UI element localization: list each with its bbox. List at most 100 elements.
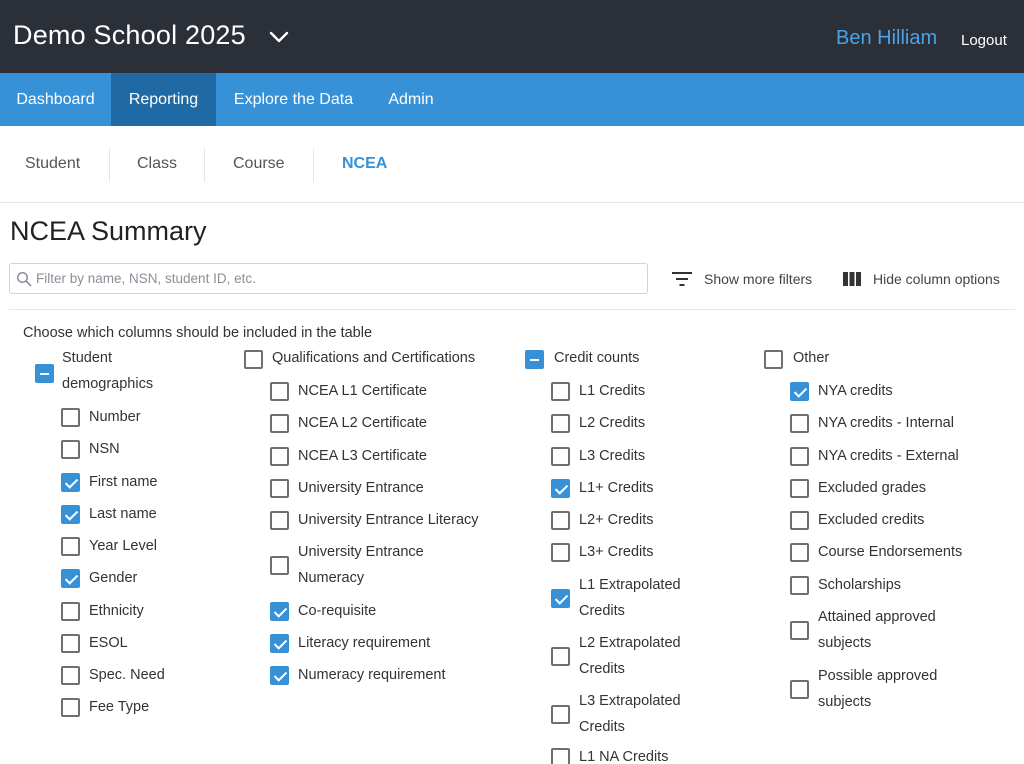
qualifications-and-certifications-group-checkbox[interactable] xyxy=(244,350,263,369)
university-entrance-literacy-checkbox[interactable] xyxy=(270,511,289,530)
excluded-grades-label[interactable]: Excluded grades xyxy=(818,475,926,501)
hide-column-options-button[interactable]: Hide column options xyxy=(842,268,1012,290)
attained-approved-subjects-label[interactable]: subjects xyxy=(818,630,871,656)
scholarships-checkbox[interactable] xyxy=(790,576,809,595)
number-checkbox[interactable] xyxy=(61,408,80,427)
l1-extrapolated-credits-label[interactable]: L1 Extrapolated xyxy=(579,572,681,598)
first-name-checkbox[interactable] xyxy=(61,473,80,492)
other-group-label[interactable]: Other xyxy=(793,345,829,371)
nya-credits-checkbox[interactable] xyxy=(790,382,809,401)
tab-class[interactable]: Class xyxy=(137,126,177,202)
numeracy-requirement-label[interactable]: Numeracy requirement xyxy=(298,662,445,688)
possible-approved-subjects-label[interactable]: Possible approved xyxy=(818,663,937,689)
nya-credits-label[interactable]: NYA credits xyxy=(818,378,893,404)
nav-item-reporting[interactable]: Reporting xyxy=(111,73,216,126)
esol-label[interactable]: ESOL xyxy=(89,630,128,656)
l1-extrapolated-credits-checkbox[interactable] xyxy=(551,589,570,608)
show-more-filters-button[interactable]: Show more filters xyxy=(671,268,821,290)
nya-credits-internal-checkbox[interactable] xyxy=(790,414,809,433)
student-demographics-group-checkbox[interactable] xyxy=(35,364,54,383)
fee-type-label[interactable]: Fee Type xyxy=(89,694,149,720)
student-demographics-group-label[interactable]: demographics xyxy=(62,371,153,397)
school-selector-label[interactable]: Demo School 2025 xyxy=(13,20,246,51)
possible-approved-subjects-checkbox[interactable] xyxy=(790,680,809,699)
user-name-link[interactable]: Ben Hilliam xyxy=(836,27,937,50)
logout-link[interactable]: Logout xyxy=(961,32,1007,49)
university-entrance-checkbox[interactable] xyxy=(270,479,289,498)
credit-counts-group-checkbox[interactable] xyxy=(525,350,544,369)
l1-credits-checkbox[interactable] xyxy=(551,479,570,498)
scholarships-label[interactable]: Scholarships xyxy=(818,572,901,598)
l1-credits-checkbox[interactable] xyxy=(551,382,570,401)
chevron-down-icon[interactable] xyxy=(268,26,290,48)
tab-ncea[interactable]: NCEA xyxy=(342,126,387,202)
tab-course[interactable]: Course xyxy=(233,126,285,202)
university-entrance-numeracy-label[interactable]: University Entrance xyxy=(298,539,424,565)
l2-extrapolated-credits-checkbox[interactable] xyxy=(551,647,570,666)
excluded-credits-checkbox[interactable] xyxy=(790,511,809,530)
l2-extrapolated-credits-label[interactable]: L2 Extrapolated xyxy=(579,630,681,656)
l3-extrapolated-credits-label[interactable]: Credits xyxy=(579,714,625,740)
year-level-checkbox[interactable] xyxy=(61,537,80,556)
possible-approved-subjects-label[interactable]: subjects xyxy=(818,689,871,715)
excluded-credits-label[interactable]: Excluded credits xyxy=(818,507,924,533)
gender-checkbox[interactable] xyxy=(61,569,80,588)
ethnicity-label[interactable]: Ethnicity xyxy=(89,598,144,624)
university-entrance-numeracy-label[interactable]: Numeracy xyxy=(298,565,364,591)
course-endorsements-checkbox[interactable] xyxy=(790,543,809,562)
excluded-grades-checkbox[interactable] xyxy=(790,479,809,498)
first-name-label[interactable]: First name xyxy=(89,469,158,495)
last-name-label[interactable]: Last name xyxy=(89,501,157,527)
university-entrance-label[interactable]: University Entrance xyxy=(298,475,424,501)
l1-na-credits-label[interactable]: L1 NA Credits xyxy=(579,744,668,764)
nya-credits-external-checkbox[interactable] xyxy=(790,447,809,466)
nav-item-dashboard[interactable]: Dashboard xyxy=(0,73,111,126)
university-entrance-literacy-label[interactable]: University Entrance Literacy xyxy=(298,507,479,533)
spec-need-checkbox[interactable] xyxy=(61,666,80,685)
course-endorsements-label[interactable]: Course Endorsements xyxy=(818,539,962,565)
l3-credits-checkbox[interactable] xyxy=(551,543,570,562)
l1-extrapolated-credits-label[interactable]: Credits xyxy=(579,598,625,624)
spec-need-label[interactable]: Spec. Need xyxy=(89,662,165,688)
ncea-l1-certificate-label[interactable]: NCEA L1 Certificate xyxy=(298,378,427,404)
tab-student[interactable]: Student xyxy=(25,126,80,202)
search-input[interactable] xyxy=(36,264,642,293)
number-label[interactable]: Number xyxy=(89,404,141,430)
l1-na-credits-checkbox[interactable] xyxy=(551,748,570,764)
nsn-label[interactable]: NSN xyxy=(89,436,120,462)
fee-type-checkbox[interactable] xyxy=(61,698,80,717)
l2-credits-label[interactable]: L2+ Credits xyxy=(579,507,654,533)
l1-credits-label[interactable]: L1 Credits xyxy=(579,378,645,404)
nya-credits-internal-label[interactable]: NYA credits - Internal xyxy=(818,410,954,436)
ncea-l2-certificate-label[interactable]: NCEA L2 Certificate xyxy=(298,410,427,436)
nav-item-explore-the-data[interactable]: Explore the Data xyxy=(216,73,371,126)
gender-label[interactable]: Gender xyxy=(89,565,137,591)
nsn-checkbox[interactable] xyxy=(61,440,80,459)
ncea-l3-certificate-checkbox[interactable] xyxy=(270,447,289,466)
attained-approved-subjects-checkbox[interactable] xyxy=(790,621,809,640)
student-demographics-group-label[interactable]: Student xyxy=(62,345,112,371)
co-requisite-label[interactable]: Co-requisite xyxy=(298,598,376,624)
literacy-requirement-checkbox[interactable] xyxy=(270,634,289,653)
nav-item-admin[interactable]: Admin xyxy=(371,73,451,126)
l3-extrapolated-credits-label[interactable]: L3 Extrapolated xyxy=(579,688,681,714)
esol-checkbox[interactable] xyxy=(61,634,80,653)
l1-credits-label[interactable]: L1+ Credits xyxy=(579,475,654,501)
l2-credits-checkbox[interactable] xyxy=(551,414,570,433)
l2-credits-label[interactable]: L2 Credits xyxy=(579,410,645,436)
ncea-l3-certificate-label[interactable]: NCEA L3 Certificate xyxy=(298,443,427,469)
other-group-checkbox[interactable] xyxy=(764,350,783,369)
l3-credits-checkbox[interactable] xyxy=(551,447,570,466)
l3-credits-label[interactable]: L3+ Credits xyxy=(579,539,654,565)
ncea-l1-certificate-checkbox[interactable] xyxy=(270,382,289,401)
l3-credits-label[interactable]: L3 Credits xyxy=(579,443,645,469)
qualifications-and-certifications-group-label[interactable]: Qualifications and Certifications xyxy=(272,345,475,371)
l2-extrapolated-credits-label[interactable]: Credits xyxy=(579,656,625,682)
l2-credits-checkbox[interactable] xyxy=(551,511,570,530)
l3-extrapolated-credits-checkbox[interactable] xyxy=(551,705,570,724)
literacy-requirement-label[interactable]: Literacy requirement xyxy=(298,630,430,656)
university-entrance-numeracy-checkbox[interactable] xyxy=(270,556,289,575)
credit-counts-group-label[interactable]: Credit counts xyxy=(554,345,639,371)
numeracy-requirement-checkbox[interactable] xyxy=(270,666,289,685)
ethnicity-checkbox[interactable] xyxy=(61,602,80,621)
